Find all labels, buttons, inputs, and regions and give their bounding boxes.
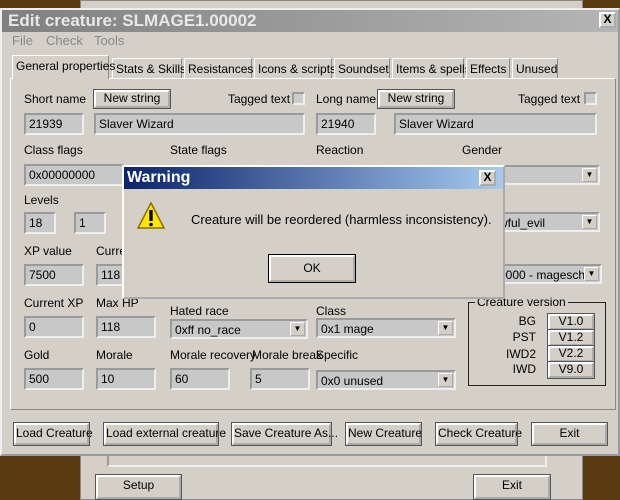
class-label: Class [316, 304, 347, 318]
long-name-field[interactable]: Slaver Wizard [394, 113, 597, 135]
version-game-bg: BG [518, 314, 536, 328]
chevron-down-icon[interactable]: ▼ [438, 373, 453, 387]
short-name-label: Short name [24, 92, 87, 106]
ok-button[interactable]: OK [268, 254, 356, 283]
long-name-id-field[interactable]: 21940 [316, 113, 376, 135]
levels-label: Levels [24, 193, 59, 207]
version-game-iwd: IWD [512, 362, 536, 376]
menu-file[interactable]: File [12, 33, 33, 48]
warning-dialog: Warning X Creature will be reordered (ha… [122, 165, 505, 299]
school-dropdown[interactable]: 0000 - magescho ▼ [494, 264, 602, 284]
gold-label: Gold [24, 348, 50, 362]
short-name-field[interactable]: Slaver Wizard [94, 113, 305, 135]
specific-label: Specific [316, 348, 359, 362]
menu-check[interactable]: Check [46, 33, 83, 48]
tab-resistances[interactable]: Resistances [184, 58, 253, 78]
dialog-message: Creature will be reordered (harmless inc… [191, 212, 492, 227]
new-creature-button[interactable]: New Creature [345, 422, 422, 446]
tab-items-spells[interactable]: Items & spells [392, 58, 471, 78]
hated-race-value: 0xff no_race [175, 323, 241, 337]
class-flags-field[interactable]: 0x00000000 [24, 164, 124, 186]
long-name-label: Long name [316, 92, 377, 106]
class-flags-label: Class flags [24, 143, 83, 157]
tab-soundset[interactable]: Soundset [334, 58, 390, 78]
save-creature-as-button[interactable]: Save Creature As... [231, 422, 338, 446]
chevron-down-icon[interactable]: ▼ [584, 267, 599, 281]
tab-icons-scripts[interactable]: Icons & scripts [254, 58, 336, 78]
current-xp-field[interactable]: 0 [24, 316, 84, 338]
xp-value-field[interactable]: 7500 [24, 264, 84, 286]
short-name-id-field[interactable]: 21939 [24, 113, 84, 135]
xp-value-label: XP value [24, 244, 72, 258]
menu-tools[interactable]: Tools [94, 33, 124, 48]
version-iwd2-button[interactable]: V2.2 [547, 345, 595, 363]
max-hp-field[interactable]: 118 [96, 316, 156, 338]
version-game-pst: PST [512, 330, 536, 344]
morale-recovery-field[interactable]: 60 [170, 368, 230, 390]
alignment-dropdown[interactable]: wful_evil ▼ [494, 212, 600, 232]
state-flags-label: State flags [170, 143, 227, 157]
version-iwd-button[interactable]: V9.0 [547, 361, 595, 379]
hated-race-label: Hated race [170, 304, 229, 318]
check-creature-button[interactable]: Check Creature [435, 422, 522, 446]
chevron-down-icon[interactable]: ▼ [438, 321, 453, 335]
specific-value: 0x0 unused [321, 374, 384, 388]
morale-label: Morale [96, 348, 133, 362]
short-tagged-text-label: Tagged text [228, 92, 291, 106]
dialog-title: Warning [124, 167, 503, 189]
class-dropdown[interactable]: 0x1 mage ▼ [316, 318, 456, 338]
gold-field[interactable]: 500 [24, 368, 84, 390]
level2-field[interactable]: 1 [74, 212, 106, 234]
morale-break-field[interactable]: 5 [250, 368, 310, 390]
morale-recovery-label: Morale recovery [170, 348, 257, 362]
chevron-down-icon[interactable]: ▼ [582, 168, 597, 182]
school-value: 0000 - magescho [499, 268, 592, 282]
window-title: Edit creature: SLMAGE1.00002 [2, 10, 618, 32]
short-tagged-text-checkbox[interactable] [292, 92, 305, 105]
tab-general-properties[interactable]: General properties [12, 55, 115, 79]
dialog-close-button[interactable]: X [479, 170, 496, 186]
short-name-new-string-button[interactable]: New string [93, 89, 171, 109]
alignment-value: wful_evil [499, 216, 546, 230]
version-pst-button[interactable]: V1.2 [547, 329, 595, 347]
version-game-iwd2: IWD2 [506, 347, 536, 361]
warning-icon [136, 201, 166, 229]
chevron-down-icon[interactable]: ▼ [290, 322, 305, 336]
chevron-down-icon[interactable]: ▼ [582, 215, 597, 229]
tab-effects[interactable]: Effects [466, 58, 510, 78]
morale-break-label: Morale break [252, 348, 323, 362]
exit-button[interactable]: Exit [531, 422, 608, 446]
level1-field[interactable]: 18 [24, 212, 56, 234]
version-bg-button[interactable]: V1.0 [547, 313, 595, 331]
tab-stats-skills[interactable]: Stats & Skills [112, 58, 186, 78]
morale-field[interactable]: 10 [96, 368, 156, 390]
long-name-new-string-button[interactable]: New string [377, 89, 455, 109]
long-tagged-text-checkbox[interactable] [584, 92, 597, 105]
gender-label: Gender [462, 143, 503, 157]
current-xp-label: Current XP [24, 296, 84, 310]
hated-race-dropdown[interactable]: 0xff no_race ▼ [170, 319, 308, 339]
load-external-creature-button[interactable]: Load external creature [103, 422, 226, 446]
gender-dropdown[interactable]: e▼ [494, 165, 600, 185]
tab-unused[interactable]: Unused [512, 58, 558, 78]
class-value: 0x1 mage [321, 322, 374, 336]
setup-button[interactable]: Setup [95, 474, 182, 500]
reaction-label: Reaction [316, 143, 364, 157]
background-exit-button[interactable]: Exit [473, 474, 551, 500]
load-creature-button[interactable]: Load Creature [13, 422, 93, 446]
specific-dropdown[interactable]: 0x0 unused ▼ [316, 370, 456, 390]
long-tagged-text-label: Tagged text [518, 92, 581, 106]
window-close-button[interactable]: X [599, 12, 616, 28]
